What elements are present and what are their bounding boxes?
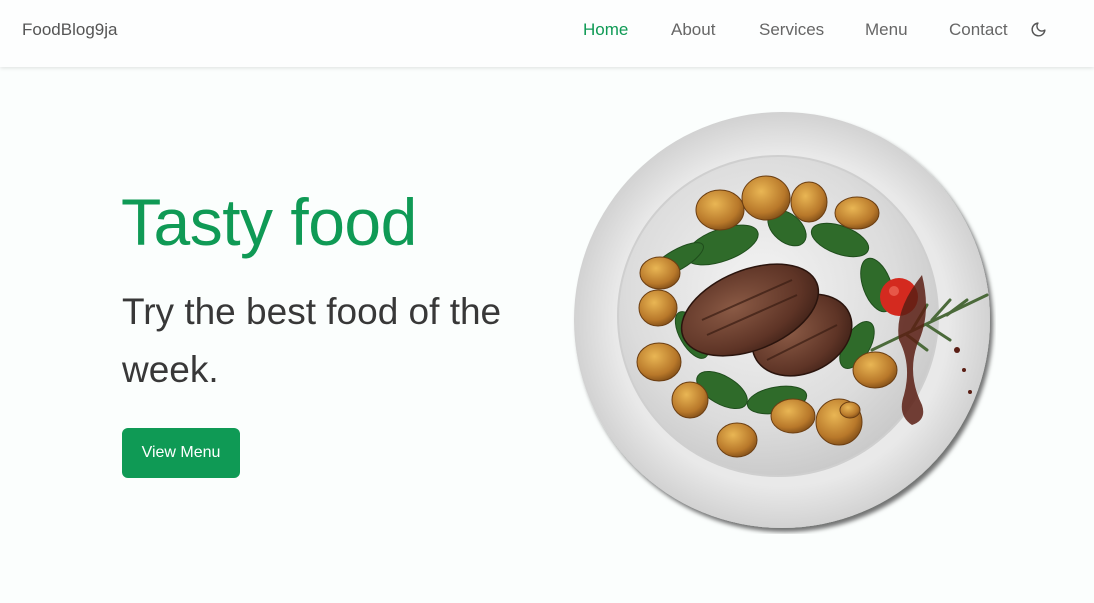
main-nav: Home About Services Menu Contact [0, 20, 1094, 42]
hero-food-image [572, 110, 996, 534]
hero-title: Tasty food [121, 185, 417, 259]
view-menu-button[interactable]: View Menu [122, 428, 240, 478]
nav-services[interactable]: Services [759, 20, 824, 40]
nav-about[interactable]: About [671, 20, 715, 40]
hero-subtitle: Try the best food of the week. [122, 291, 502, 390]
site-header: FoodBlog9ja Home About Services Menu Con… [0, 0, 1094, 67]
nav-menu[interactable]: Menu [865, 20, 908, 40]
nav-contact[interactable]: Contact [949, 20, 1008, 40]
moon-icon[interactable] [1030, 21, 1047, 38]
nav-home[interactable]: Home [583, 20, 628, 40]
